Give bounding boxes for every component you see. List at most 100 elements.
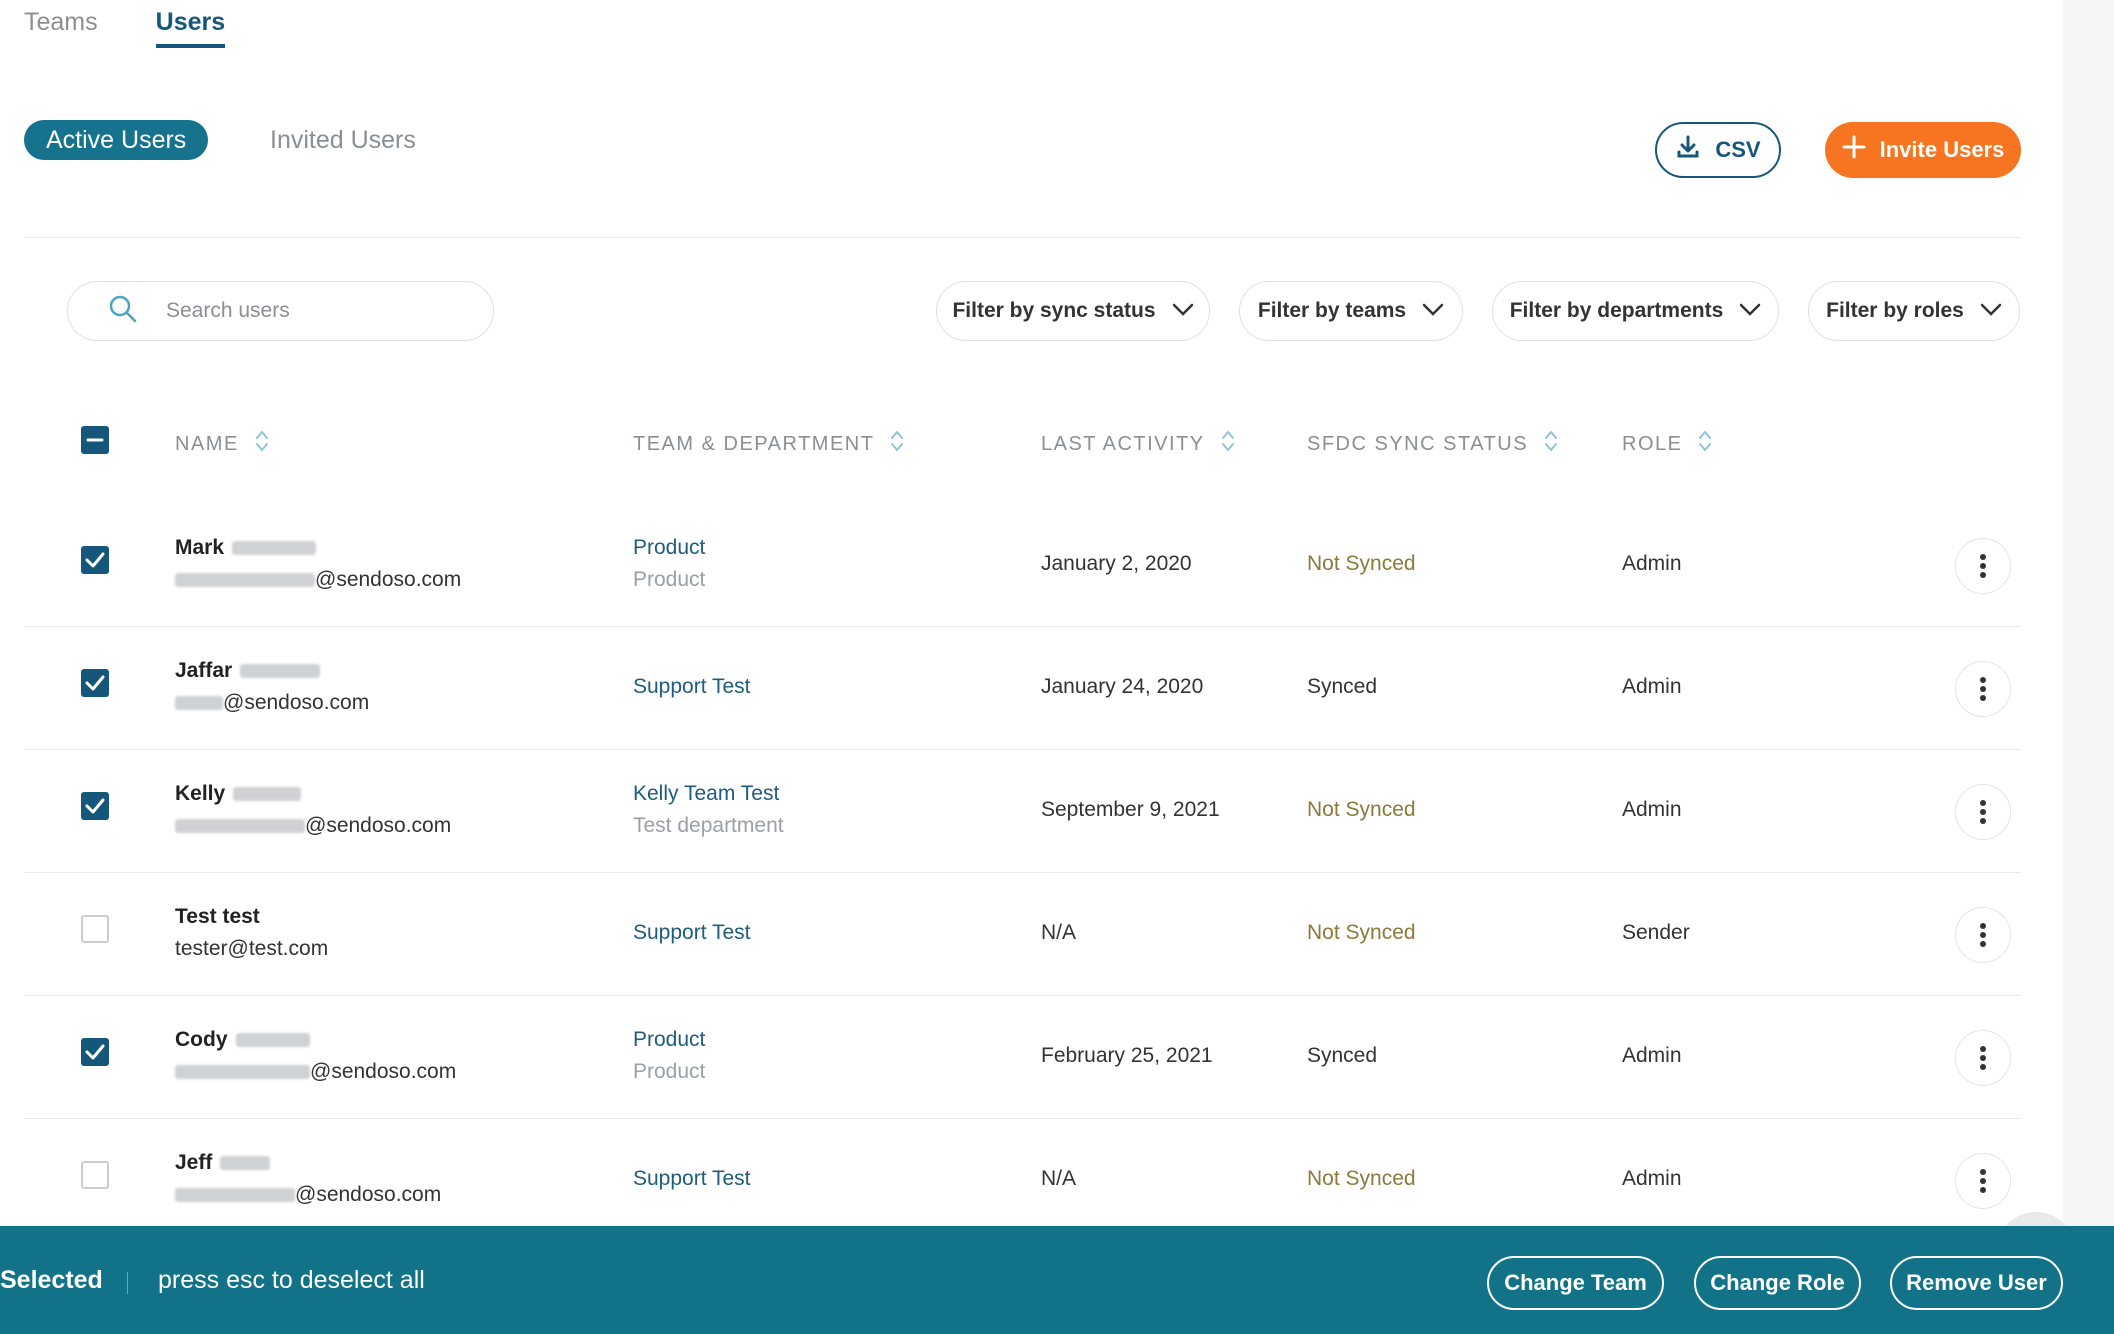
user-name: Jaffar bbox=[175, 659, 321, 683]
search-input[interactable] bbox=[166, 299, 446, 323]
user-email: @sendoso.com bbox=[175, 691, 369, 715]
column-header-activity[interactable]: LAST ACTIVITY bbox=[1041, 430, 1235, 458]
column-name-label: NAME bbox=[175, 432, 239, 455]
user-email: @sendoso.com bbox=[175, 814, 451, 838]
sort-icon bbox=[1544, 429, 1558, 459]
bulk-action-bar: Selected press esc to deselect all Chang… bbox=[0, 1226, 2114, 1334]
user-team[interactable]: Product bbox=[633, 536, 705, 560]
chevron-down-icon bbox=[1980, 299, 2002, 323]
filter-sync-status-dropdown[interactable]: Filter by sync status bbox=[936, 281, 1210, 341]
user-team[interactable]: Product bbox=[633, 1028, 705, 1052]
row-actions-button[interactable] bbox=[1955, 907, 2011, 963]
user-role: Admin bbox=[1622, 1167, 1682, 1190]
sort-icon bbox=[255, 429, 269, 459]
row-checkbox[interactable] bbox=[81, 792, 109, 820]
invite-button-label: Invite Users bbox=[1879, 137, 2005, 162]
user-team[interactable]: Support Test bbox=[633, 921, 751, 945]
user-first-name: Cody bbox=[175, 1028, 228, 1051]
user-name: Jeff bbox=[175, 1151, 271, 1175]
user-team[interactable]: Support Test bbox=[633, 1167, 751, 1191]
last-activity: September 9, 2021 bbox=[1041, 798, 1220, 821]
subtab-active-users[interactable]: Active Users bbox=[24, 120, 209, 160]
row-actions-button[interactable] bbox=[1955, 661, 2011, 717]
redacted-email-local bbox=[175, 819, 305, 833]
filter-sync-label: Filter by sync status bbox=[952, 299, 1156, 322]
user-role: Admin bbox=[1622, 1044, 1682, 1067]
filter-teams-dropdown[interactable]: Filter by teams bbox=[1239, 281, 1463, 341]
row-checkbox[interactable] bbox=[81, 546, 109, 574]
tab-users[interactable]: Users bbox=[155, 0, 225, 50]
filter-roles-label: Filter by roles bbox=[1826, 299, 1964, 322]
column-header-team[interactable]: TEAM & DEPARTMENT bbox=[633, 430, 904, 458]
header-divider bbox=[24, 237, 2021, 238]
row-divider bbox=[24, 872, 2021, 873]
last-activity: N/A bbox=[1041, 1167, 1077, 1190]
user-email-text: @sendoso.com bbox=[315, 568, 462, 591]
check-icon bbox=[85, 552, 105, 568]
user-department: Product bbox=[633, 568, 706, 591]
user-email: @sendoso.com bbox=[175, 1183, 441, 1207]
chevron-down-icon bbox=[1739, 299, 1761, 323]
subtab-invited-users[interactable]: Invited Users bbox=[270, 120, 416, 160]
column-activity-label: LAST ACTIVITY bbox=[1041, 432, 1205, 455]
column-team-label: TEAM & DEPARTMENT bbox=[633, 432, 875, 455]
filter-teams-label: Filter by teams bbox=[1257, 299, 1407, 322]
more-vertical-icon bbox=[1980, 1169, 1986, 1193]
row-divider bbox=[24, 995, 2021, 996]
filter-departments-dropdown[interactable]: Filter by departments bbox=[1492, 281, 1779, 341]
row-actions-button[interactable] bbox=[1955, 1030, 2011, 1086]
tab-teams[interactable]: Teams bbox=[24, 0, 98, 50]
csv-download-button[interactable]: CSV bbox=[1655, 122, 1781, 178]
row-checkbox[interactable] bbox=[81, 1038, 109, 1066]
column-sync-label: SFDC SYNC STATUS bbox=[1307, 432, 1529, 455]
row-actions-button[interactable] bbox=[1955, 1153, 2011, 1209]
user-team[interactable]: Support Test bbox=[633, 675, 751, 699]
row-checkbox[interactable] bbox=[81, 915, 109, 943]
column-header-sync[interactable]: SFDC SYNC STATUS bbox=[1307, 430, 1558, 458]
column-header-role[interactable]: ROLE bbox=[1622, 430, 1712, 458]
sort-icon bbox=[1221, 429, 1235, 459]
chevron-down-icon bbox=[1422, 299, 1444, 323]
user-first-name: Jeff bbox=[175, 1151, 213, 1174]
user-role: Admin bbox=[1622, 552, 1682, 575]
user-email: @sendoso.com bbox=[175, 1060, 456, 1084]
redacted-email-local bbox=[175, 573, 315, 587]
row-checkbox[interactable] bbox=[81, 1161, 109, 1189]
more-vertical-icon bbox=[1980, 554, 1986, 578]
row-divider bbox=[24, 1118, 2021, 1119]
last-activity: February 25, 2021 bbox=[1041, 1044, 1213, 1067]
redacted-email-local bbox=[175, 1065, 310, 1079]
row-actions-button[interactable] bbox=[1955, 538, 2011, 594]
user-email-text: tester@test.com bbox=[175, 937, 329, 960]
invite-users-button[interactable]: Invite Users bbox=[1825, 122, 2021, 178]
user-name: Mark bbox=[175, 536, 317, 560]
user-department: Test department bbox=[633, 814, 784, 837]
user-team[interactable]: Kelly Team Test bbox=[633, 782, 779, 806]
user-email-text: @sendoso.com bbox=[305, 814, 452, 837]
remove-user-button[interactable]: Remove User bbox=[1890, 1256, 2063, 1310]
sort-icon bbox=[890, 429, 904, 459]
change-role-button[interactable]: Change Role bbox=[1694, 1256, 1861, 1310]
column-role-label: ROLE bbox=[1622, 432, 1683, 455]
more-vertical-icon bbox=[1980, 923, 1986, 947]
separator bbox=[127, 1272, 128, 1294]
user-email: tester@test.com bbox=[175, 937, 328, 961]
check-icon bbox=[85, 1044, 105, 1060]
more-vertical-icon bbox=[1980, 1046, 1986, 1070]
user-first-name: Mark bbox=[175, 536, 225, 559]
user-first-name: Kelly bbox=[175, 782, 226, 805]
row-divider bbox=[24, 626, 2021, 627]
minus-icon bbox=[86, 438, 104, 442]
sync-status: Not Synced bbox=[1307, 1167, 1416, 1190]
filter-roles-dropdown[interactable]: Filter by roles bbox=[1808, 281, 2020, 341]
csv-button-label: CSV bbox=[1715, 137, 1761, 162]
top-tabs: Teams Users bbox=[24, 0, 225, 50]
redacted-surname bbox=[232, 541, 317, 555]
sort-icon bbox=[1698, 429, 1712, 459]
change-team-button[interactable]: Change Team bbox=[1487, 1256, 1664, 1310]
select-all-checkbox[interactable] bbox=[81, 426, 109, 454]
row-actions-button[interactable] bbox=[1955, 784, 2011, 840]
sync-status: Synced bbox=[1307, 675, 1378, 698]
row-checkbox[interactable] bbox=[81, 669, 109, 697]
column-header-name[interactable]: NAME bbox=[175, 430, 269, 458]
